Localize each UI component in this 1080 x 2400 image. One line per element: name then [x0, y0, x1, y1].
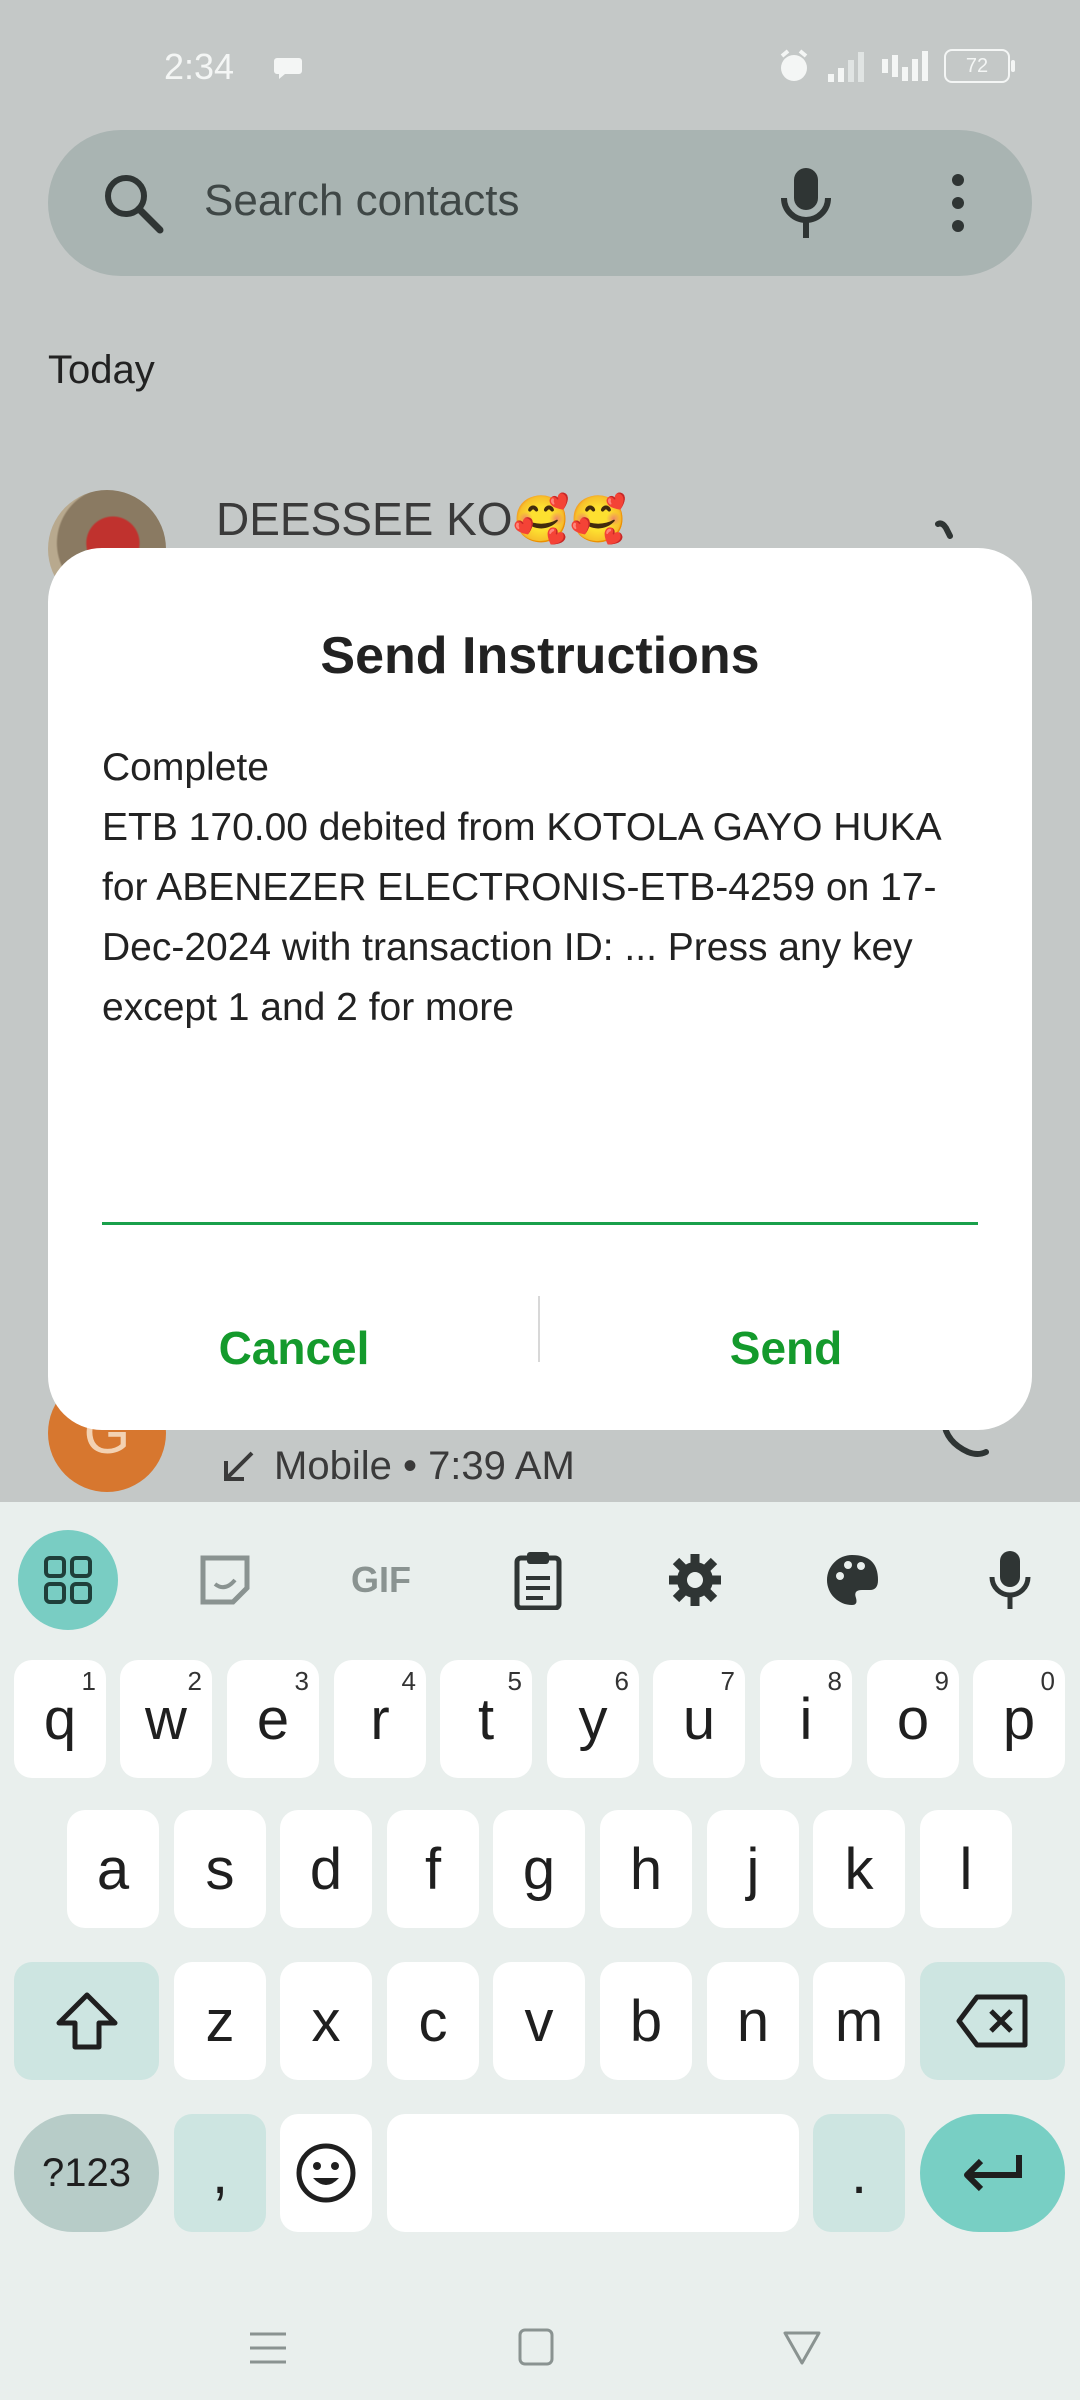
alarm-icon	[780, 49, 808, 81]
backspace-key[interactable]	[920, 1962, 1065, 2080]
search-bar[interactable]: Search contacts	[48, 130, 1032, 276]
settings-gear-icon[interactable]	[645, 1530, 745, 1630]
comma-key[interactable]: ,	[174, 2114, 266, 2232]
shift-key[interactable]	[14, 1962, 159, 2080]
dialog-message: Complete ETB 170.00 debited from KOTOLA …	[102, 738, 982, 1038]
clipboard-icon[interactable]	[488, 1530, 588, 1630]
key-c[interactable]: c	[387, 1962, 479, 2080]
key-z[interactable]: z	[174, 1962, 266, 2080]
key-t[interactable]: t5	[440, 1660, 532, 1778]
navigation-bar	[0, 2290, 1080, 2400]
period-key[interactable]: .	[813, 2114, 905, 2232]
section-header-today: Today	[48, 348, 155, 392]
reply-input[interactable]	[102, 1148, 978, 1218]
key-p[interactable]: p0	[973, 1660, 1065, 1778]
symbols-key[interactable]: ?123	[14, 2114, 159, 2232]
cancel-button[interactable]: Cancel	[48, 1298, 540, 1398]
gif-button[interactable]: GIF	[331, 1530, 431, 1630]
theme-palette-icon[interactable]	[802, 1530, 902, 1630]
key-y[interactable]: y6	[547, 1660, 639, 1778]
more-options-icon[interactable]	[938, 170, 978, 236]
apps-icon[interactable]	[18, 1530, 118, 1630]
battery-level: 72	[965, 55, 989, 77]
signal-4g-icon	[882, 51, 928, 81]
send-instructions-dialog: Send Instructions Complete ETB 170.00 de…	[48, 548, 1032, 1430]
call-log-detail: Mobile • 7:39 AM	[220, 1444, 575, 1489]
sticker-icon[interactable]	[175, 1530, 275, 1630]
back-nav-icon[interactable]	[782, 2330, 822, 2366]
menu-nav-icon[interactable]	[248, 2330, 288, 2366]
key-k[interactable]: k	[813, 1810, 905, 1928]
key-a[interactable]: a	[67, 1810, 159, 1928]
keyboard: GIF q1 w2 e3 r4 t5 y6 u7 i8 o9 p0 a s d …	[0, 1502, 1080, 2400]
key-r[interactable]: r4	[334, 1660, 426, 1778]
message-notification-icon	[274, 58, 302, 79]
key-g[interactable]: g	[493, 1810, 585, 1928]
key-m[interactable]: m	[813, 1962, 905, 2080]
key-j[interactable]: j	[707, 1810, 799, 1928]
dialog-message-line1: Complete	[102, 746, 269, 789]
home-nav-icon[interactable]	[518, 2328, 554, 2368]
signal-icon	[828, 52, 864, 82]
key-s[interactable]: s	[174, 1810, 266, 1928]
input-underline	[102, 1222, 978, 1225]
search-icon	[105, 175, 164, 234]
key-f[interactable]: f	[387, 1810, 479, 1928]
voice-search-icon[interactable]	[776, 166, 836, 240]
incoming-call-arrow-icon	[224, 1451, 254, 1481]
key-o[interactable]: o9	[867, 1660, 959, 1778]
enter-icon	[963, 2155, 1022, 2192]
key-u[interactable]: u7	[653, 1660, 745, 1778]
voice-input-icon[interactable]	[960, 1530, 1060, 1630]
call-log-text: Mobile • 7:39 AM	[274, 1444, 575, 1488]
status-time: 2:34	[164, 46, 235, 87]
key-h[interactable]: h	[600, 1810, 692, 1928]
key-l[interactable]: l	[920, 1810, 1012, 1928]
contact-name[interactable]: DEESSEE KO🥰🥰	[216, 492, 627, 547]
key-w[interactable]: w2	[120, 1660, 212, 1778]
battery-icon: 72	[944, 49, 1015, 83]
emoji-icon	[296, 2143, 356, 2203]
dialog-title: Send Instructions	[320, 627, 760, 685]
key-n[interactable]: n	[707, 1962, 799, 2080]
emoji-key[interactable]	[280, 2114, 372, 2232]
key-v[interactable]: v	[493, 1962, 585, 2080]
enter-key[interactable]	[920, 2114, 1065, 2232]
space-key[interactable]	[387, 2114, 799, 2232]
shift-icon	[56, 1992, 117, 2050]
key-b[interactable]: b	[600, 1962, 692, 2080]
dialog-message-body: ETB 170.00 debited from KOTOLA GAYO HUKA…	[102, 806, 940, 1029]
status-icons: 72	[776, 48, 1015, 84]
search-input[interactable]: Search contacts	[204, 176, 520, 226]
status-bar: 2:34 72	[0, 0, 1080, 140]
send-button[interactable]: Send	[540, 1298, 1032, 1398]
backspace-icon	[956, 1994, 1027, 2048]
key-x[interactable]: x	[280, 1962, 372, 2080]
key-q[interactable]: q1	[14, 1660, 106, 1778]
key-i[interactable]: i8	[760, 1660, 852, 1778]
key-d[interactable]: d	[280, 1810, 372, 1928]
key-e[interactable]: e3	[227, 1660, 319, 1778]
